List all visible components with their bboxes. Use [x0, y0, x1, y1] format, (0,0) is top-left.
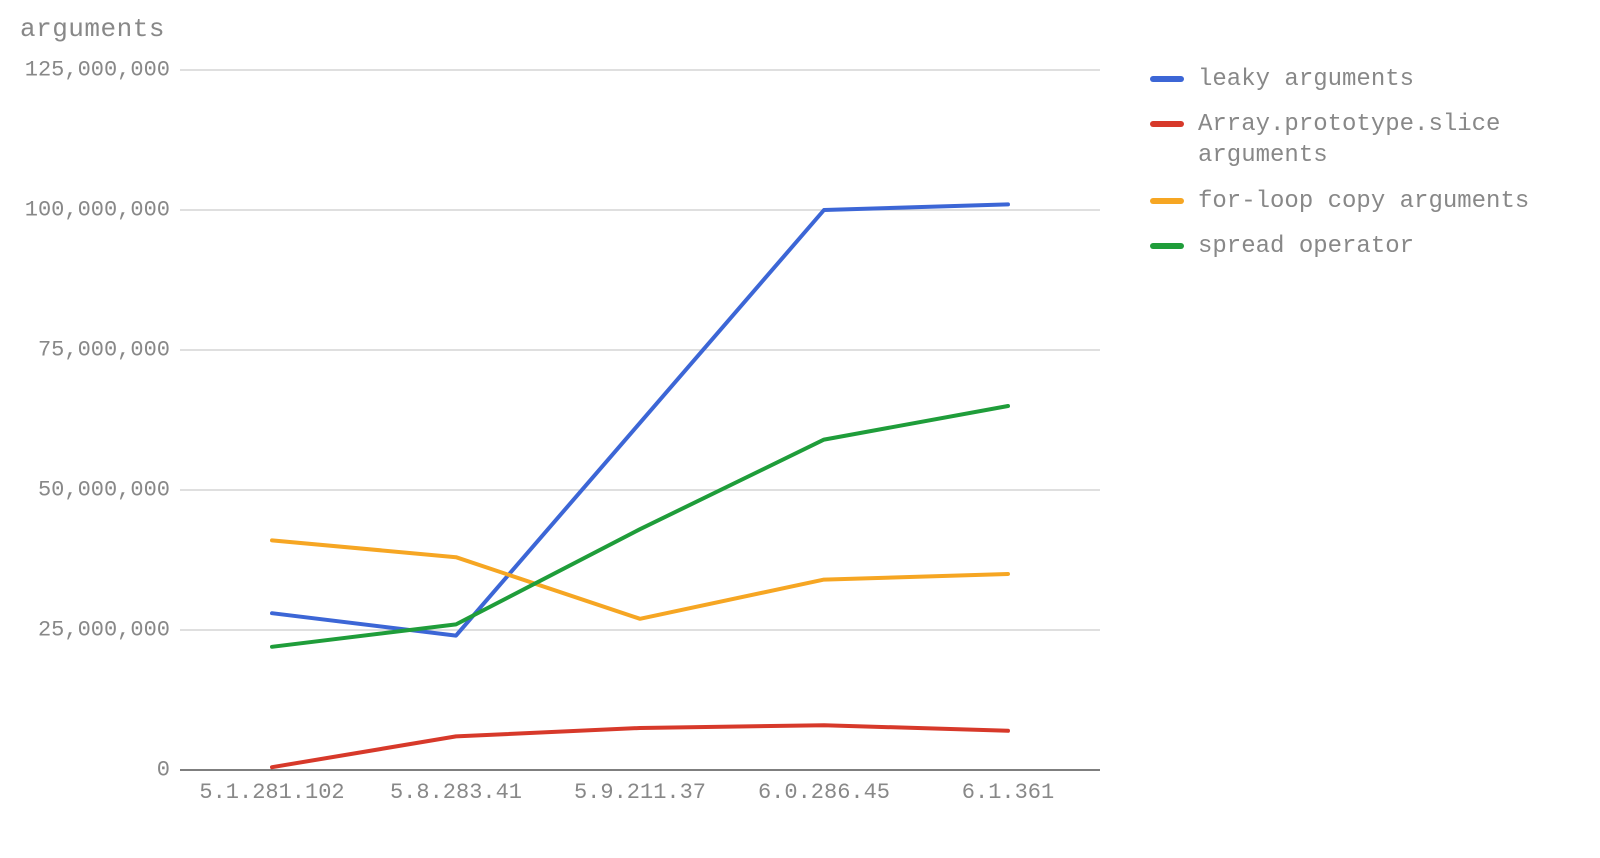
series-line — [272, 540, 1008, 618]
legend-item: for-loop copy arguments — [1150, 186, 1558, 217]
legend-label: spread operator — [1198, 231, 1414, 262]
y-tick-label: 25,000,000 — [10, 618, 170, 643]
x-tick-label: 5.8.283.41 — [390, 780, 522, 805]
x-tick-label: 5.9.211.37 — [574, 780, 706, 805]
x-tick-label: 5.1.281.102 — [199, 780, 344, 805]
series-line — [272, 725, 1008, 767]
chart-title: arguments — [20, 14, 165, 44]
legend-swatch — [1150, 121, 1184, 127]
x-tick-label: 6.0.286.45 — [758, 780, 890, 805]
y-tick-label: 100,000,000 — [10, 198, 170, 223]
y-tick-label: 50,000,000 — [10, 478, 170, 503]
y-tick-label: 125,000,000 — [10, 58, 170, 83]
y-tick-label: 0 — [10, 758, 170, 783]
y-tick-label: 75,000,000 — [10, 338, 170, 363]
legend-item: Array.prototype.slice arguments — [1150, 109, 1558, 171]
legend-swatch — [1150, 76, 1184, 82]
x-tick-label: 6.1.361 — [962, 780, 1054, 805]
chart-container: arguments 0 25,000,000 50,000,000 75,000,00… — [0, 0, 1600, 858]
series-line — [272, 406, 1008, 647]
plot-svg — [180, 70, 1100, 770]
legend: leaky arguments Array.prototype.slice arg… — [1150, 64, 1558, 276]
legend-label: Array.prototype.slice arguments — [1198, 109, 1558, 171]
legend-label: leaky arguments — [1198, 64, 1414, 95]
plot-area — [180, 70, 1100, 770]
series-line — [272, 204, 1008, 635]
legend-item: leaky arguments — [1150, 64, 1558, 95]
legend-label: for-loop copy arguments — [1198, 186, 1529, 217]
legend-swatch — [1150, 198, 1184, 204]
legend-swatch — [1150, 243, 1184, 249]
legend-item: spread operator — [1150, 231, 1558, 262]
